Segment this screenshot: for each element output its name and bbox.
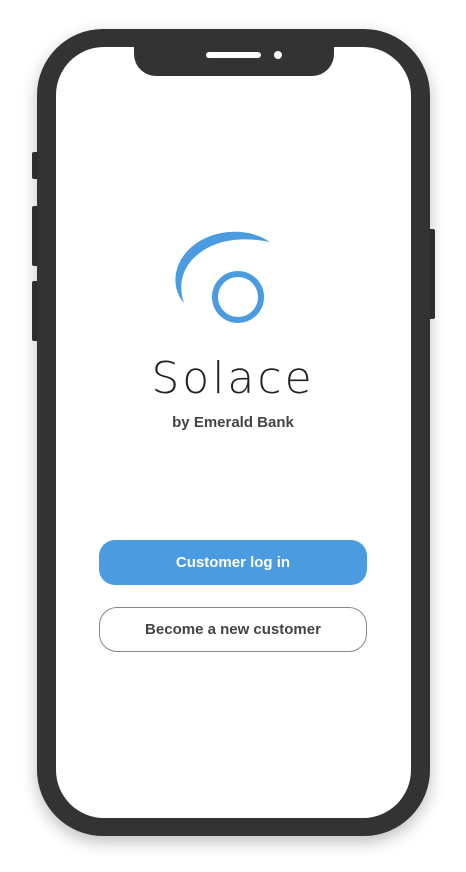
speaker-icon <box>206 52 261 58</box>
customer-login-button[interactable]: Customer log in <box>99 540 367 585</box>
phone-notch <box>134 40 334 76</box>
phone-screen <box>56 47 411 818</box>
new-customer-button[interactable]: Become a new customer <box>99 607 367 652</box>
app-screen: Solace by Emerald Bank Customer log in B… <box>0 0 466 872</box>
brand-subtitle: by Emerald Bank <box>172 414 294 431</box>
solace-logo-icon <box>175 231 270 323</box>
camera-icon <box>274 51 282 59</box>
brand-name: Solace <box>151 353 315 404</box>
